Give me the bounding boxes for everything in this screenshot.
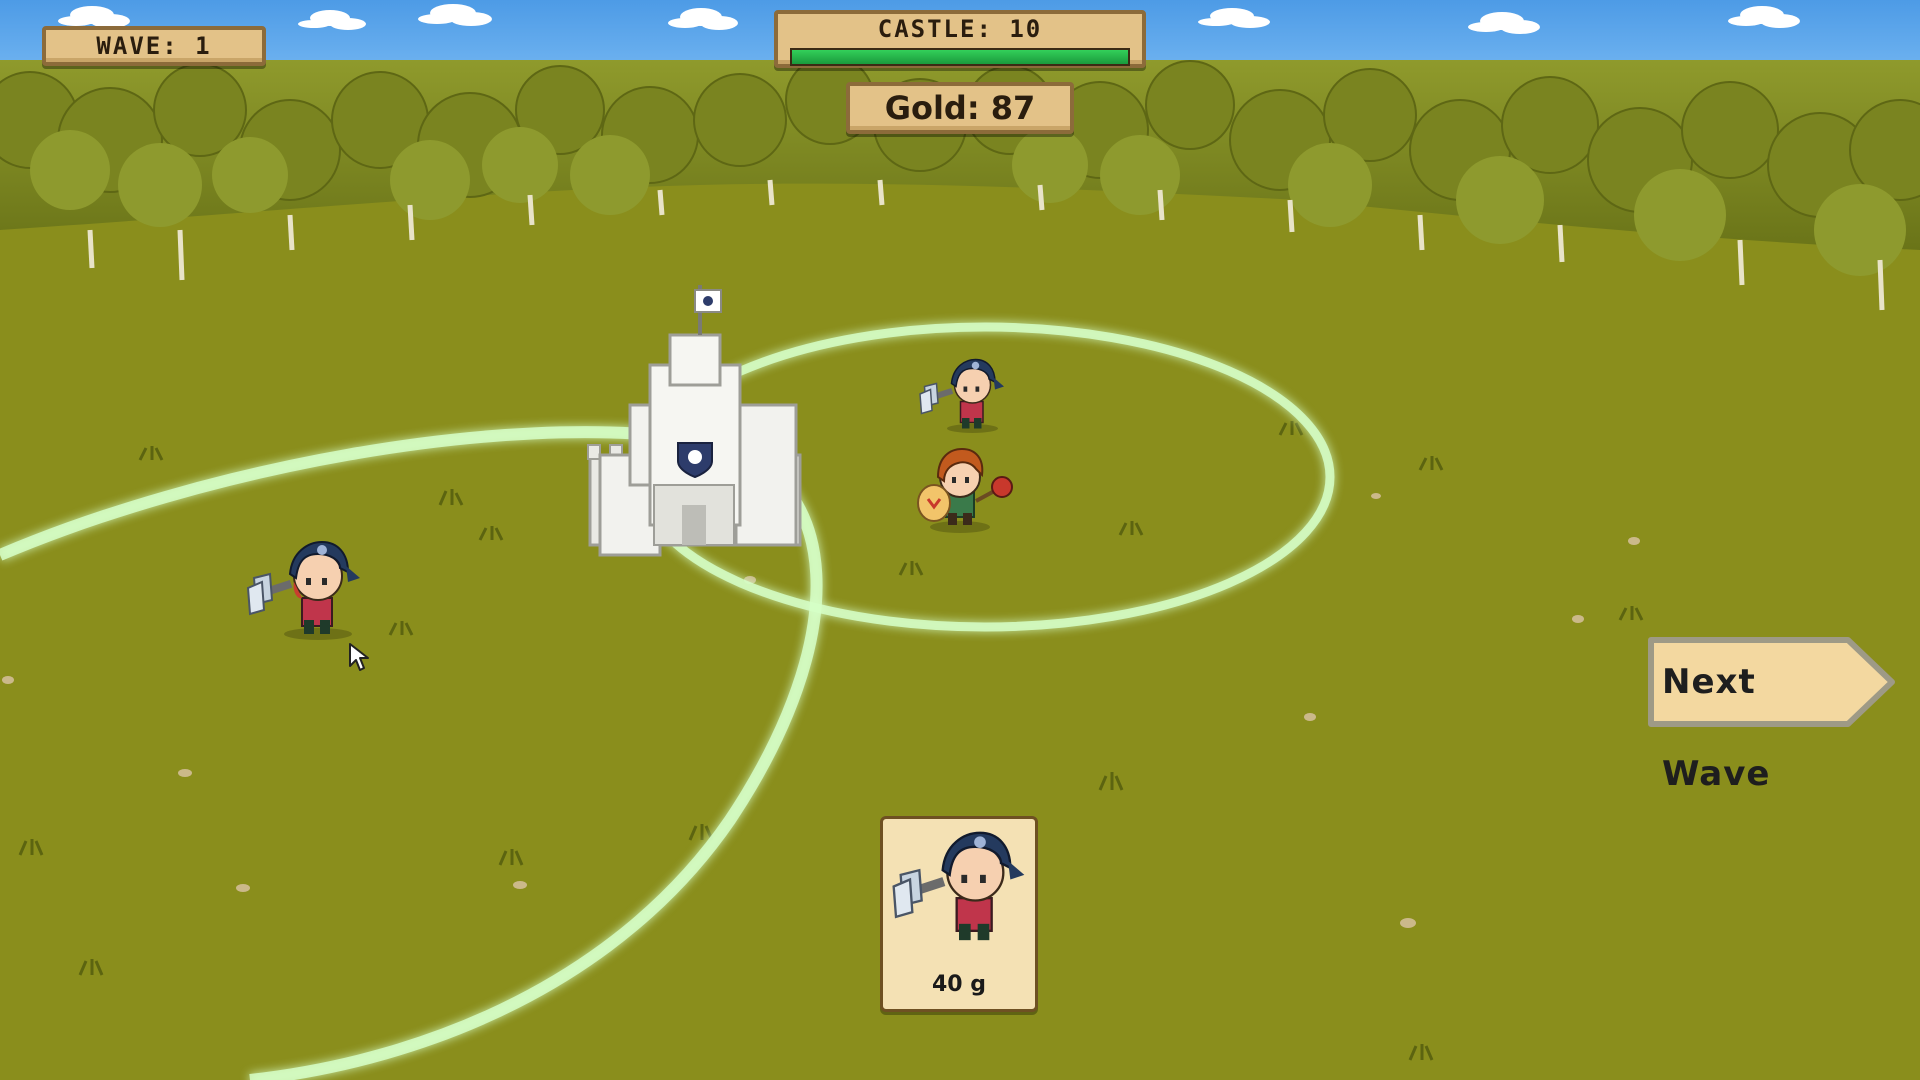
grass-tufts [18, 421, 1644, 1061]
gold-counter: Gold: 87 [846, 82, 1074, 134]
axe-warrior-unit[interactable] [919, 358, 1004, 434]
castle-health-panel: CASTLE: 10 [774, 10, 1146, 68]
shield-warrior-unit[interactable] [917, 447, 1013, 533]
wave-label: WAVE: 1 [96, 32, 212, 60]
castle-health-bar [790, 48, 1130, 66]
pebbles [2, 493, 1640, 928]
gold-label: Gold: 87 [884, 89, 1036, 127]
next-wave-label: Next Wave [1662, 662, 1771, 794]
player-castle[interactable] [587, 285, 802, 557]
axe-warrior-icon [892, 831, 1025, 941]
unit-shop-card[interactable]: 40 g [880, 816, 1038, 1012]
next-wave-button[interactable]: Next Wave [1648, 636, 1898, 794]
game-viewport[interactable]: WAVE: 1 CASTLE: 10 Gold: 87 Next Wave 40… [0, 0, 1920, 1080]
axe-warrior-unit[interactable] [246, 540, 360, 640]
mouse-cursor-icon [349, 643, 369, 671]
unit-price-label: 40 g [931, 972, 987, 997]
wave-counter: WAVE: 1 [42, 26, 266, 66]
castle-health-bar-fill [792, 50, 1128, 64]
castle-health-label: CASTLE: 10 [877, 15, 1043, 43]
